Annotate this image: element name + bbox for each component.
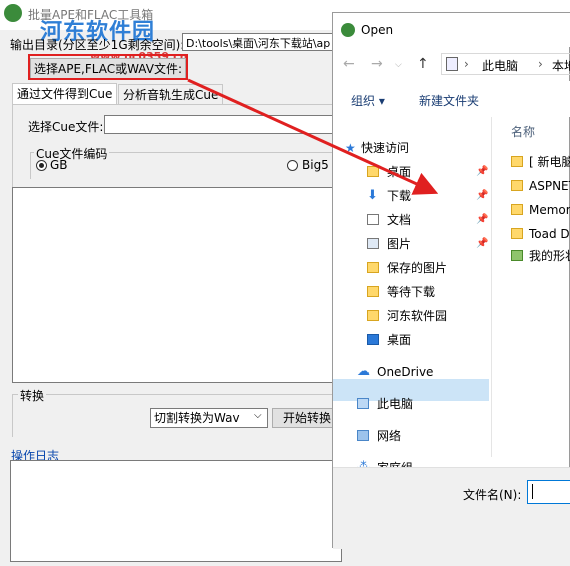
filename-label: 文件名(N): [463, 488, 522, 502]
nav-item-network[interactable]: 网络 [333, 425, 489, 447]
dialog-toolbar: 组织 ▾ 新建文件夹 [333, 81, 570, 117]
pin-icon: 📌 [476, 166, 489, 177]
convert-mode-select[interactable]: 切割转换为Wav [150, 408, 268, 428]
folder-icon [511, 156, 523, 167]
breadcrumb-separator-icon: › [464, 57, 469, 71]
recent-chevron-icon[interactable]: ⌵ [395, 60, 402, 70]
highlight-annotation [28, 54, 188, 80]
tab-get-cue-from-file[interactable]: 通过文件得到Cue [12, 83, 118, 105]
dialog-bottom-bar: 文件名(N): [333, 467, 570, 549]
nav-item-onedrive[interactable]: ☁ OneDrive [333, 361, 489, 383]
nav-item-pictures[interactable]: 图片 📌 [333, 233, 489, 255]
shape-file-icon [511, 250, 523, 261]
folder-icon [367, 166, 379, 177]
computer-icon [446, 57, 458, 71]
tab-analyze-tracks[interactable]: 分析音轨生成Cue [118, 84, 224, 105]
pin-icon: 📌 [476, 214, 489, 225]
convert-label: 转换 [18, 387, 47, 404]
nav-item-pending-downloads[interactable]: 等待下载 [333, 281, 489, 303]
chevron-down-icon: ⌵ [254, 410, 262, 421]
folder-icon [367, 310, 379, 321]
pin-icon: 📌 [476, 190, 489, 201]
dialog-title: Open [361, 23, 394, 37]
computer-icon [357, 398, 369, 409]
encoding-label: Cue文件编码 [34, 145, 110, 162]
column-header-name[interactable]: 名称 [511, 123, 535, 140]
app-logo-icon [4, 4, 22, 22]
network-icon [357, 430, 369, 441]
file-list-area[interactable] [12, 187, 342, 383]
folder-icon [511, 180, 523, 191]
breadcrumb-separator-icon: › [538, 57, 543, 71]
cloud-icon: ☁ [357, 364, 370, 379]
navigation-pane: ★ 快速访问 桌面 📌 ⬇ 下载 📌 文档 📌 图片 📌 保存的图片 等待下载 … [333, 117, 493, 475]
pane-divider[interactable] [491, 117, 492, 457]
nav-item-hedong[interactable]: 河东软件园 [333, 305, 489, 327]
picture-icon [367, 238, 379, 249]
dialog-logo-icon [341, 23, 355, 37]
up-arrow-icon[interactable]: ↑ [417, 56, 429, 72]
folder-icon [367, 286, 379, 297]
breadcrumb-this-pc[interactable]: 此电脑 [482, 57, 518, 74]
text-caret [532, 484, 533, 499]
address-bar[interactable]: › 此电脑 › 本地磁 [441, 53, 570, 75]
nav-item-downloads[interactable]: ⬇ 下载 📌 [333, 185, 489, 207]
radio-gb-label: GB [50, 158, 68, 172]
download-icon: ⬇ [367, 188, 378, 203]
forward-arrow-icon[interactable]: → [371, 56, 383, 72]
radio-gb[interactable] [36, 160, 47, 171]
nav-item-desktop-2[interactable]: 桌面 [333, 329, 489, 351]
new-folder-button[interactable]: 新建文件夹 [419, 92, 479, 109]
pin-icon: 📌 [476, 238, 489, 249]
files-pane: 名称 [ 新电脑 ASPNET Memory Toad D 我的形状 [511, 123, 570, 263]
dialog-titlebar: Open [333, 13, 570, 47]
open-dialog: Open ← → ⌵ ↑ › 此电脑 › 本地磁 组织 ▾ 新建文件夹 ★ 快速… [332, 12, 570, 549]
nav-item-saved-pictures[interactable]: 保存的图片 [333, 257, 489, 279]
back-arrow-icon[interactable]: ← [343, 56, 355, 72]
star-icon: ★ [345, 141, 356, 155]
cue-file-input[interactable] [104, 115, 342, 134]
folder-icon [511, 204, 523, 215]
radio-big5[interactable] [287, 160, 298, 171]
organize-button[interactable]: 组织 ▾ [351, 92, 385, 109]
filename-input[interactable] [527, 480, 570, 504]
radio-big5-label: Big5 [302, 158, 329, 172]
nav-item-this-pc[interactable]: 此电脑 [333, 393, 489, 415]
output-dir-input[interactable]: D:\tools\桌面\河东下载站\ap [182, 33, 342, 51]
folder-icon [367, 262, 379, 273]
breadcrumb-local-disk[interactable]: 本地磁 [552, 57, 570, 74]
document-icon [367, 214, 379, 225]
folder-icon [511, 228, 523, 239]
dialog-navbar: ← → ⌵ ↑ › 此电脑 › 本地磁 [333, 47, 570, 81]
desktop-icon [367, 334, 379, 345]
output-dir-label: 输出目录(分区至少1G剩余空间): [10, 38, 185, 52]
cue-file-label: 选择Cue文件: [28, 120, 104, 134]
nav-item-desktop[interactable]: 桌面 📌 [333, 161, 489, 183]
nav-item-documents[interactable]: 文档 📌 [333, 209, 489, 231]
log-area[interactable] [10, 460, 342, 562]
nav-item-quick-access[interactable]: ★ 快速访问 [333, 137, 489, 159]
